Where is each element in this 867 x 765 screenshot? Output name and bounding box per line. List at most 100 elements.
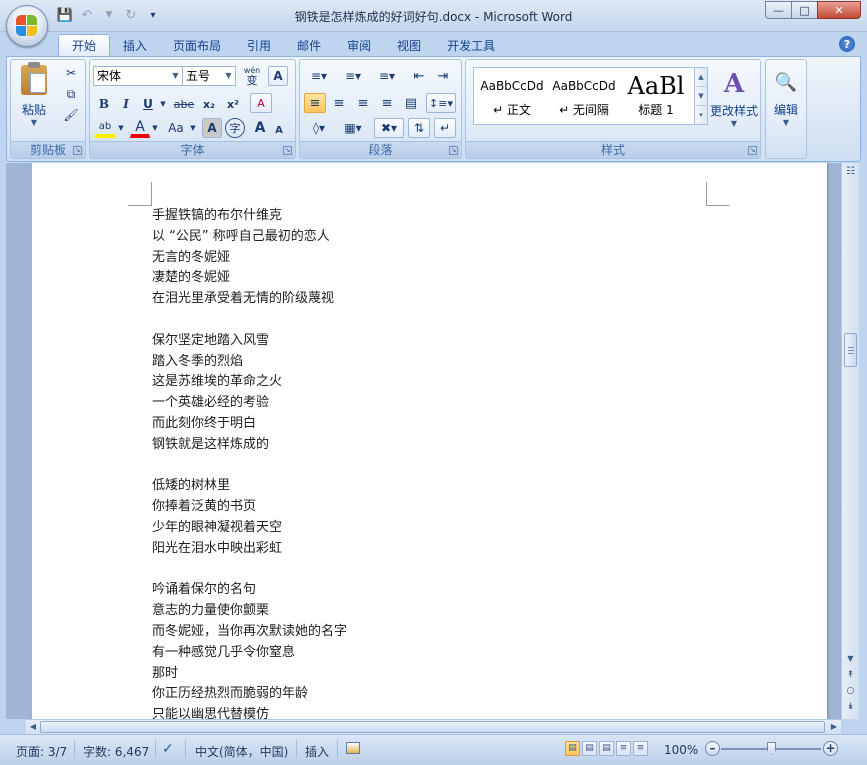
document-line[interactable]: 而冬妮娅，当你再次默读她的名字	[152, 622, 347, 643]
cut-icon[interactable]: ✂	[61, 64, 81, 82]
gallery-more-icon[interactable]: ▾	[695, 106, 707, 125]
format-painter-icon[interactable]: 🖌	[61, 106, 81, 124]
char-shading-button[interactable]: A	[202, 118, 222, 138]
view-ruler-icon[interactable]: ☷	[843, 164, 858, 180]
font-color-button[interactable]: A	[130, 118, 150, 138]
horizontal-scrollbar[interactable]: ◀ ▶	[26, 719, 841, 734]
document-line[interactable]: 无言的冬妮娅	[152, 248, 347, 269]
shading-button[interactable]: ◊▾	[304, 118, 334, 138]
styles-launcher-icon[interactable]: ↘	[748, 146, 757, 155]
tab-insert[interactable]: 插入	[110, 34, 160, 56]
borders-button[interactable]: ▦▾	[338, 118, 368, 138]
strikethrough-button[interactable]: abe	[172, 94, 196, 114]
web-layout-view-icon[interactable]: ▤	[599, 741, 614, 756]
zoom-out-icon[interactable]: –	[705, 741, 720, 756]
zoom-slider-thumb[interactable]	[767, 742, 776, 755]
underline-dropdown-icon[interactable]: ▼	[158, 94, 168, 114]
vertical-scroll-thumb[interactable]	[844, 333, 857, 367]
align-right-button[interactable]: ≡	[352, 93, 374, 113]
close-button[interactable]: ✕	[817, 1, 861, 19]
change-case-button[interactable]: Aa	[164, 118, 188, 138]
tab-review[interactable]: 审阅	[334, 34, 384, 56]
document-line[interactable]: 吟诵着保尔的名句	[152, 580, 347, 601]
change-styles-button[interactable]: A 更改样式 ▼	[710, 63, 758, 135]
document-line[interactable]: 以 “公民” 称呼自己最初的恋人	[152, 227, 347, 248]
document-line[interactable]: 这是苏维埃的革命之火	[152, 372, 347, 393]
select-browse-object-icon[interactable]: ○	[843, 684, 858, 698]
document-body[interactable]: 手握铁镐的布尔什维克以 “公民” 称呼自己最初的恋人 无言的冬妮娅 凄楚的冬妮娅 在泪…	[152, 206, 347, 719]
document-line[interactable]: 有一种感觉几乎令你窒息	[152, 643, 347, 664]
language-indicator[interactable]: 中文(简体，中国)	[195, 743, 288, 760]
outline-view-icon[interactable]: ≡	[616, 741, 631, 756]
editing-button[interactable]: 🔍 编辑 ▼	[769, 63, 803, 135]
document-line[interactable]: 阳光在泪水中映出彩虹	[152, 539, 347, 560]
bold-button[interactable]: B	[94, 94, 114, 114]
increase-indent-button[interactable]: ⇥	[432, 66, 454, 86]
justify-button[interactable]: ≡	[376, 93, 398, 113]
enclose-characters-button[interactable]: 字	[225, 118, 245, 138]
style-normal[interactable]: AaBbCcDd ↵ 正文	[478, 71, 546, 123]
insert-mode-indicator[interactable]: 插入	[305, 743, 329, 760]
gallery-up-icon[interactable]: ▲	[695, 68, 707, 87]
scroll-right-arrow-icon[interactable]: ▶	[827, 720, 841, 734]
macro-recording-icon[interactable]	[346, 742, 360, 754]
document-line[interactable]: 你正历经热烈而脆弱的年龄	[152, 684, 347, 705]
document-line[interactable]: 那时	[152, 664, 347, 685]
draft-view-icon[interactable]: ≡	[633, 741, 648, 756]
highlight-dropdown-icon[interactable]: ▼	[116, 118, 126, 138]
document-line[interactable]: 少年的眼神凝视着天空	[152, 518, 347, 539]
zoom-level[interactable]: 100%	[664, 743, 698, 757]
word-count[interactable]: 字数: 6,467	[83, 743, 149, 760]
subscript-button[interactable]: x₂	[198, 94, 220, 114]
print-layout-view-icon[interactable]: ▤	[565, 741, 580, 756]
document-line[interactable]: 手握铁镐的布尔什维克	[152, 206, 347, 227]
tab-references[interactable]: 引用	[234, 34, 284, 56]
clipboard-launcher-icon[interactable]: ↘	[73, 146, 82, 155]
style-heading-1[interactable]: AaBl 标题 1	[622, 71, 690, 123]
grow-font-button[interactable]: A	[250, 118, 270, 138]
underline-button[interactable]: U	[138, 94, 158, 114]
tab-page-layout[interactable]: 页面布局	[160, 34, 234, 56]
document-line[interactable]: 意志的力量使你颤栗	[152, 601, 347, 622]
document-line[interactable]: 而此刻你终于明白	[152, 414, 347, 435]
phonetic-guide-button[interactable]: wén 变	[240, 65, 264, 87]
document-line[interactable]: 钢铁就是这样炼成的	[152, 435, 347, 456]
line-spacing-button[interactable]: ↕≡▾	[426, 93, 456, 113]
scroll-down-arrow-icon[interactable]: ▼	[843, 652, 858, 666]
numbering-button[interactable]: ≡▾	[338, 66, 368, 86]
tab-home[interactable]: 开始	[58, 34, 111, 56]
clear-formatting-button[interactable]: A	[250, 93, 272, 113]
tab-mailings[interactable]: 邮件	[284, 34, 334, 56]
copy-icon[interactable]: ⧉	[61, 85, 81, 103]
align-center-button[interactable]: ≡	[328, 93, 350, 113]
document-line[interactable]: 只能以幽思代替模仿	[152, 705, 347, 719]
font-color-dropdown-icon[interactable]: ▼	[150, 118, 160, 138]
tab-developer[interactable]: 开发工具	[434, 34, 508, 56]
document-line[interactable]: 低矮的树林里	[152, 476, 347, 497]
bullets-button[interactable]: ≡▾	[304, 66, 334, 86]
align-left-button[interactable]: ≡	[304, 93, 326, 113]
empty-paragraph[interactable]	[152, 560, 347, 581]
font-name-combo[interactable]: 宋体 ▼	[93, 66, 183, 86]
maximize-button[interactable]: □	[791, 1, 818, 19]
char-border-button[interactable]: A	[268, 66, 288, 86]
superscript-button[interactable]: x²	[222, 94, 244, 114]
distributed-button[interactable]: ▤	[400, 93, 422, 113]
empty-paragraph[interactable]	[152, 310, 347, 331]
full-screen-reading-view-icon[interactable]: ▤	[582, 741, 597, 756]
document-line[interactable]: 凄楚的冬妮娅	[152, 268, 347, 289]
document-line[interactable]: 踏入冬季的烈焰	[152, 352, 347, 373]
font-size-combo[interactable]: 五号 ▼	[182, 66, 236, 86]
document-line[interactable]: 一个英雄必经的考验	[152, 393, 347, 414]
previous-page-icon[interactable]: ↟	[843, 668, 858, 682]
show-marks-button[interactable]: ↵	[434, 118, 456, 138]
horizontal-scroll-thumb[interactable]	[40, 721, 825, 733]
chinese-layout-button[interactable]: ✖▾	[374, 118, 404, 138]
next-page-icon[interactable]: ↡	[843, 700, 858, 714]
gallery-down-icon[interactable]: ▼	[695, 87, 707, 106]
change-case-dropdown-icon[interactable]: ▼	[188, 118, 198, 138]
decrease-indent-button[interactable]: ⇤	[408, 66, 430, 86]
multilevel-list-button[interactable]: ≡▾	[372, 66, 402, 86]
paste-button[interactable]: 粘贴 ▼	[15, 62, 53, 129]
sort-button[interactable]: ⇅	[408, 118, 430, 138]
